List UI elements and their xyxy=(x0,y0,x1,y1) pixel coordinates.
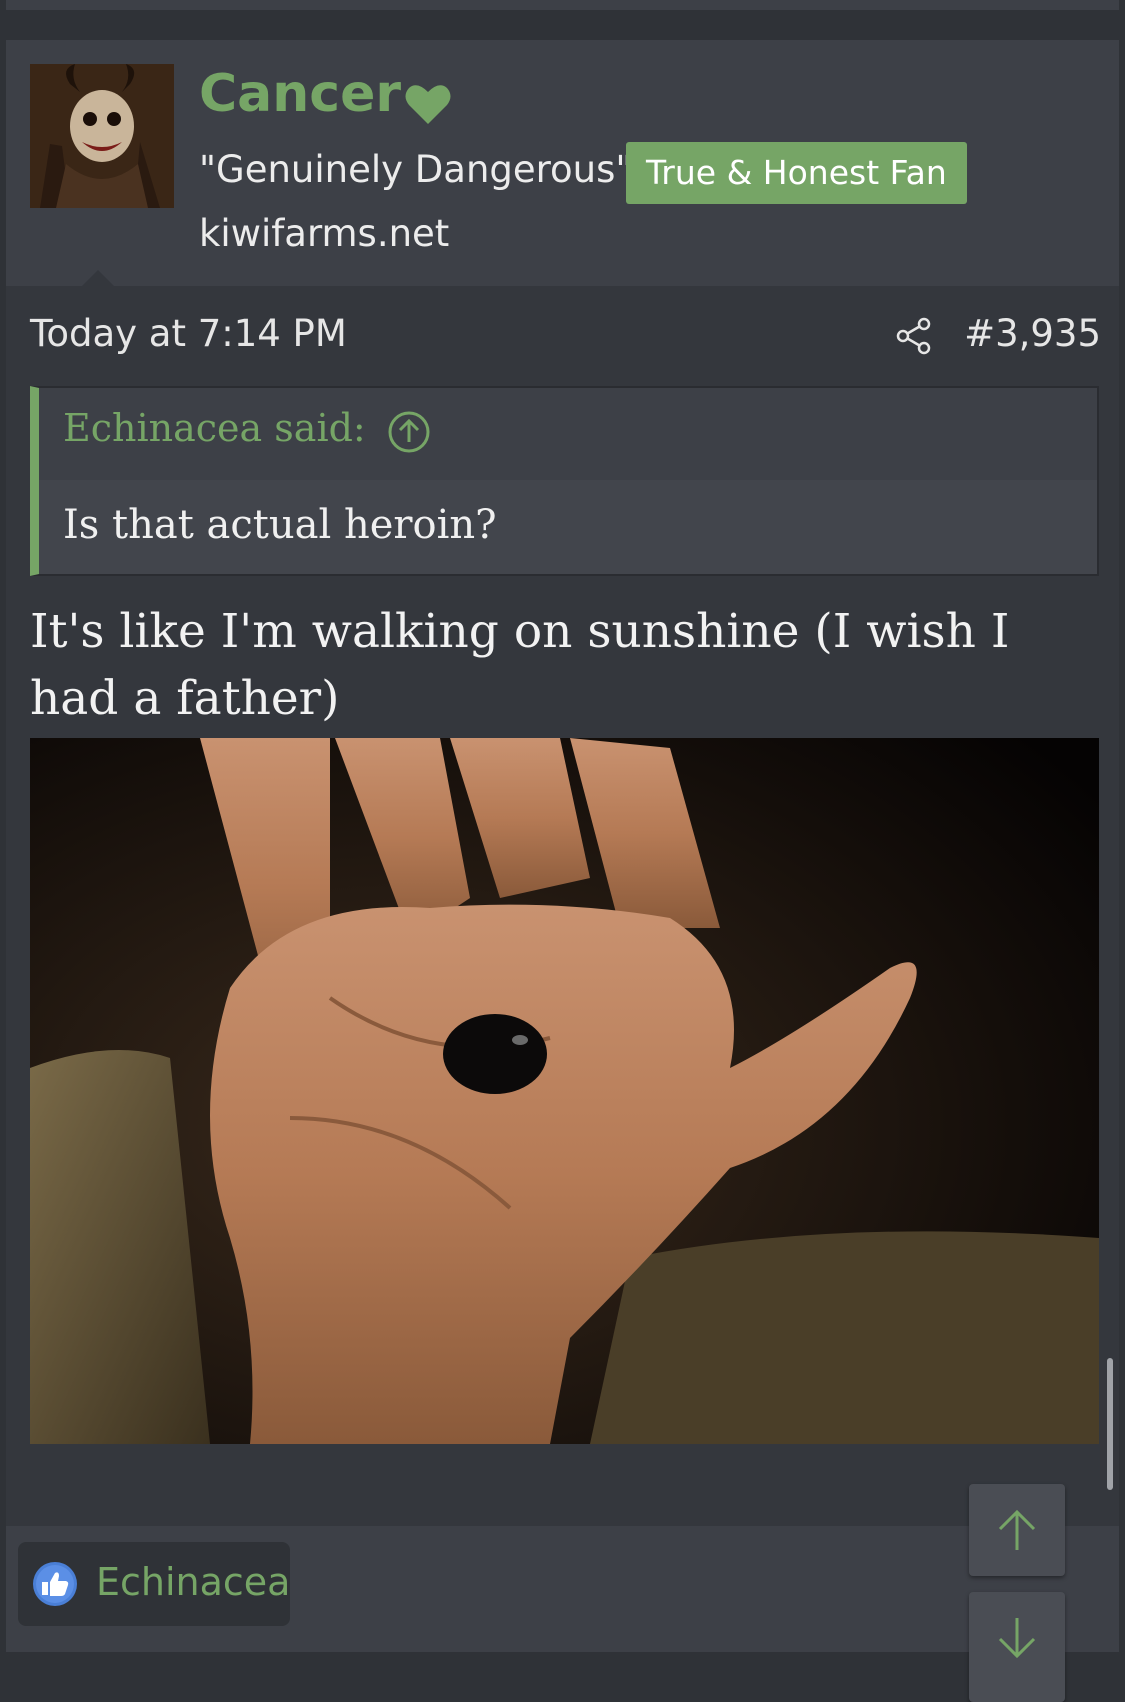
like-icon xyxy=(33,1562,77,1606)
post-message: It's like I'm walking on sunshine (I wis… xyxy=(30,604,1010,726)
header-pointer xyxy=(82,270,114,286)
quote-block: Echinacea said: Is that actual heroin? xyxy=(30,386,1099,576)
forum-post: Cancer "Genuinely Dangerous" True & Hone… xyxy=(6,40,1119,1652)
reaction-bar[interactable]: Echinacea xyxy=(18,1542,290,1626)
previous-post-edge xyxy=(6,0,1119,10)
heart-icon xyxy=(405,85,451,124)
post-footer: Echinacea xyxy=(6,1526,1119,1652)
user-banner: True & Honest Fan xyxy=(626,142,967,204)
quote-author[interactable]: Echinacea said: xyxy=(63,406,366,450)
quote-text: Is that actual heroin? xyxy=(63,502,497,548)
arrow-up-icon xyxy=(998,1509,1036,1550)
arrow-down-icon xyxy=(998,1618,1036,1659)
post-date[interactable]: Today at 7:14 PM xyxy=(30,312,347,355)
post-user-header: Cancer "Genuinely Dangerous" True & Hone… xyxy=(6,40,1119,286)
scroll-to-top-button[interactable] xyxy=(969,1484,1065,1576)
scroll-to-bottom-button[interactable] xyxy=(969,1592,1065,1702)
post-image[interactable] xyxy=(30,738,1099,1444)
reaction-user[interactable]: Echinacea xyxy=(96,1560,290,1604)
user-title: "Genuinely Dangerous" xyxy=(199,148,633,191)
post-number[interactable]: #3,935 xyxy=(964,312,1101,355)
hand-photo xyxy=(30,738,1099,1444)
user-site: kiwifarms.net xyxy=(199,212,450,255)
quote-body: Is that actual heroin? xyxy=(39,480,1097,574)
username[interactable]: Cancer xyxy=(199,68,401,120)
avatar-image xyxy=(30,64,174,208)
avatar[interactable] xyxy=(30,64,174,208)
share-icon[interactable] xyxy=(894,316,934,356)
scrollbar-thumb[interactable] xyxy=(1107,1358,1113,1490)
arrow-up-circle-icon[interactable] xyxy=(387,410,431,454)
